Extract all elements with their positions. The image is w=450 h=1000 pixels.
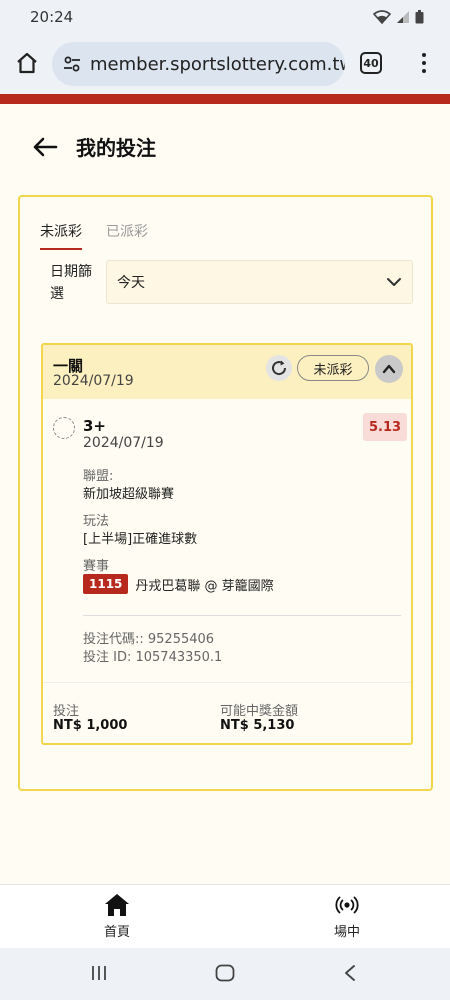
tab-unsettled[interactable]: 未派彩	[40, 221, 82, 250]
menu-dot	[422, 69, 426, 73]
page-header: 我的投注	[32, 132, 156, 161]
status-badge: 未派彩	[297, 355, 369, 381]
match-row: 1115 丹戎巴葛聯 @ 芽籠國際	[83, 574, 274, 594]
refresh-button[interactable]	[266, 355, 292, 381]
recents-icon[interactable]	[90, 964, 108, 982]
home-icon	[17, 52, 37, 74]
home-icon	[105, 894, 129, 916]
bet-status-tabs: 未派彩 已派彩	[40, 221, 148, 250]
selection-date: 2024/07/19	[83, 435, 164, 451]
ticket-id: 投注 ID: 105743350.1	[83, 650, 223, 665]
stake-label: 投注	[53, 704, 80, 719]
chevron-up-icon	[382, 364, 396, 374]
market-value: [上半場]正確進球數	[83, 532, 198, 547]
browser-menu-button[interactable]	[412, 50, 436, 76]
system-nav-bar	[0, 948, 450, 1000]
browser-home-button[interactable]	[14, 50, 40, 76]
date-filter-value: 今天	[117, 275, 145, 291]
league-value: 新加坡超級聯賽	[83, 487, 175, 502]
ticket-code: 投注代碼:: 95255406	[83, 632, 215, 647]
bets-panel: 未派彩 已派彩 日期篩選 今天 一關 2024/07/19 未派彩 3+ 202…	[18, 195, 433, 791]
market-label: 玩法	[83, 514, 110, 529]
status-icons	[373, 10, 424, 24]
battery-icon	[415, 10, 424, 24]
page-title: 我的投注	[76, 136, 156, 160]
odds-badge: 5.13	[363, 413, 408, 441]
stake-value: NT$ 1,000	[53, 718, 128, 733]
menu-dot	[422, 53, 426, 57]
site-settings-icon[interactable]	[62, 54, 82, 74]
nav-item-live[interactable]: 場中	[307, 893, 387, 940]
address-bar[interactable]: member.sportslottery.com.tw	[52, 42, 345, 86]
league-label: 聯盟:	[83, 469, 114, 484]
status-bar: 20:24	[0, 0, 450, 34]
browser-toolbar: member.sportslottery.com.tw 40	[0, 34, 450, 94]
refresh-icon	[272, 360, 287, 376]
signal-icon	[397, 11, 409, 23]
date-filter-select[interactable]: 今天	[106, 260, 413, 304]
event-label: 賽事	[83, 559, 110, 574]
collapse-button[interactable]	[375, 355, 403, 383]
bet-card: 一關 2024/07/19 未派彩 3+ 2024/07/19 5.13 聯盟:…	[41, 343, 413, 745]
bet-card-header: 一關 2024/07/19 未派彩	[43, 345, 411, 399]
tab-switcher-button[interactable]: 40	[360, 52, 382, 74]
payout-value: NT$ 5,130	[220, 718, 295, 733]
status-time: 20:24	[30, 8, 74, 26]
payout-label: 可能中獎金額	[220, 704, 299, 719]
selection-status-icon	[53, 417, 75, 439]
menu-dot	[422, 61, 426, 65]
system-back-icon[interactable]	[342, 964, 358, 982]
url-text[interactable]: member.sportslottery.com.tw	[90, 54, 345, 75]
wifi-icon	[373, 10, 391, 24]
bet-date: 2024/07/19	[53, 373, 134, 389]
match-id-badge: 1115	[83, 574, 129, 594]
live-broadcast-icon	[335, 896, 359, 914]
selection-name: 3+	[83, 417, 107, 435]
nav-label-home: 首頁	[103, 925, 130, 940]
date-filter-label: 日期篩選	[50, 264, 92, 302]
back-arrow-icon[interactable]	[32, 134, 58, 160]
nav-item-home[interactable]: 首頁	[77, 893, 157, 940]
tab-settled[interactable]: 已派彩	[106, 221, 148, 250]
system-home-icon[interactable]	[215, 964, 235, 982]
nav-label-live: 場中	[333, 925, 360, 940]
chevron-down-icon	[387, 278, 401, 286]
bottom-nav: 首頁 場中	[0, 884, 450, 948]
match-name: 丹戎巴葛聯 @ 芽籠國際	[135, 578, 274, 594]
divider	[83, 615, 401, 616]
brand-strip	[0, 94, 450, 104]
bet-summary: 投注 NT$ 1,000 可能中獎金額 NT$ 5,130	[43, 682, 411, 743]
